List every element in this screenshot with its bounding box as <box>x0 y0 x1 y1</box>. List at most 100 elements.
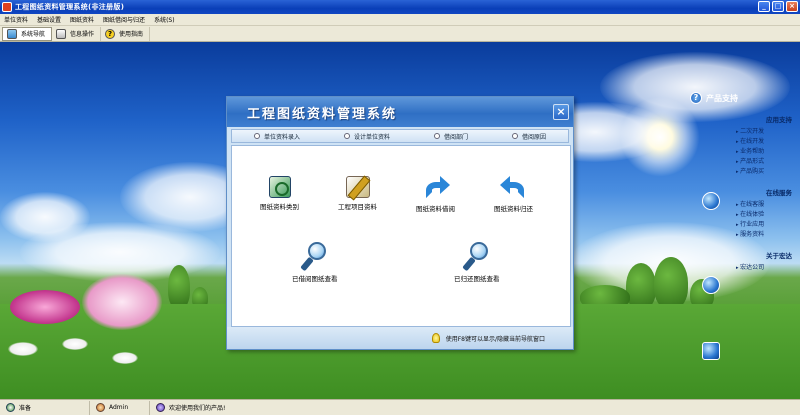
func-label: 已借阅图纸查看 <box>292 275 338 283</box>
radio-icon <box>253 133 260 139</box>
func-return[interactable]: 图纸资料归还 <box>494 176 533 213</box>
lightbulb-icon <box>431 333 440 343</box>
dialog-header: 工程图纸资料管理系统 × <box>227 97 573 127</box>
help-icon: ? <box>690 92 702 104</box>
radio-icon <box>433 133 440 139</box>
dialog-body: 图纸资料类别 工程项目资料 图纸资料借阅 图纸资料归还 已借阅图纸查看 已归还图… <box>231 145 571 327</box>
tool-label: 使用指南 <box>119 31 144 38</box>
tool-label: 系统导航 <box>21 31 46 38</box>
link-product-form[interactable]: 产品形式 <box>690 157 798 167</box>
tool-label: 信息操作 <box>70 31 95 38</box>
return-arrow-icon <box>499 176 528 200</box>
link-product-purchase[interactable]: 产品购买 <box>690 167 798 177</box>
tab-borrow-dept[interactable]: 借阅部门 <box>433 132 468 141</box>
footer-hint: 使用F8键可以显示/隐藏当前导航窗口 <box>445 335 545 343</box>
nav-icon <box>7 28 17 39</box>
borrow-arrow-icon <box>422 176 450 200</box>
group-about: 关于宏达 宏达公司 <box>690 250 798 273</box>
status-ready-text: 准备 <box>19 405 32 412</box>
func-label: 图纸资料类别 <box>260 203 299 211</box>
window-title: 工程图纸资料管理系统(非注册版) <box>15 3 125 11</box>
tab-label: 单位资料录入 <box>263 133 300 141</box>
tool-info-ops[interactable]: 信息操作 <box>52 26 102 41</box>
globe-icon <box>702 276 720 294</box>
link-service-docs[interactable]: 服务资料 <box>690 230 798 240</box>
magnifier-icon <box>299 242 328 272</box>
radio-icon <box>511 133 518 139</box>
flower <box>8 342 38 356</box>
close-button[interactable]: × <box>786 1 798 12</box>
panel-title: 产品支持 <box>706 93 738 103</box>
product-support-panel: ? 产品支持 应用支持 二次开发 在线开发 业务帮助 产品形式 产品购买 在线服… <box>690 92 798 273</box>
link-industry-apps[interactable]: 行业应用 <box>690 220 798 230</box>
tool-system-nav[interactable]: 系统导航 <box>2 26 53 41</box>
group-online-service: 在线服务 在线客服 在线体验 行业应用 服务资料 <box>690 187 798 240</box>
group-title: 在线服务 <box>766 189 792 197</box>
func-returned-view[interactable]: 已归还图纸查看 <box>454 242 500 283</box>
tool-user-guide[interactable]: ? 使用指南 <box>101 26 151 41</box>
user-icon <box>96 403 105 412</box>
group-app-support: 应用支持 二次开发 在线开发 业务帮助 产品形式 产品购买 <box>690 114 798 177</box>
tab-borrow-reason[interactable]: 借阅原因 <box>511 132 546 141</box>
monitor-icon <box>702 342 720 360</box>
dialog-tab-strip: 单位资料录入 设计单位资料 借阅部门 借阅原因 <box>231 129 569 143</box>
func-drawing-category[interactable]: 图纸资料类别 <box>260 176 299 211</box>
project-pen-icon <box>345 176 370 198</box>
dialog-footer: 使用F8键可以显示/隐藏当前导航窗口 <box>227 327 573 349</box>
maximize-button[interactable]: □ <box>772 1 784 12</box>
link-online-support[interactable]: 在线客服 <box>690 200 798 210</box>
func-label: 图纸资料借阅 <box>416 205 455 213</box>
tab-design-unit[interactable]: 设计单位资料 <box>343 132 390 141</box>
dialog-close-button[interactable]: × <box>553 104 569 120</box>
magnifier-icon <box>461 242 490 272</box>
help-icon: ? <box>105 28 116 39</box>
status-bar: 准备 Admin 欢迎使用我们的产品! <box>0 399 800 415</box>
people-icon <box>156 403 165 412</box>
flower <box>62 338 88 350</box>
func-borrowed-view[interactable]: 已借阅图纸查看 <box>292 242 338 283</box>
radio-icon <box>343 133 350 139</box>
toolbar: 系统导航 信息操作 ? 使用指南 <box>0 26 800 42</box>
func-label: 已归还图纸查看 <box>454 275 500 283</box>
panel-header: ? 产品支持 <box>690 92 798 104</box>
group-title: 应用支持 <box>766 116 792 124</box>
app-icon <box>2 2 12 12</box>
tab-label: 设计单位资料 <box>353 133 390 141</box>
tab-unit-entry[interactable]: 单位资料录入 <box>253 132 300 141</box>
status-ready: 准备 <box>0 400 90 415</box>
menu-basic-settings[interactable]: 基础设置 <box>37 15 61 24</box>
menu-borrow-return[interactable]: 图纸借阅与归还 <box>103 15 145 24</box>
status-icon <box>6 403 15 412</box>
info-icon <box>56 28 67 39</box>
tab-label: 借阅部门 <box>443 133 468 141</box>
status-welcome: 欢迎使用我们的产品! <box>150 401 231 415</box>
link-online-trial[interactable]: 在线体验 <box>690 210 798 220</box>
flower <box>82 274 162 330</box>
link-company[interactable]: 宏达公司 <box>690 263 798 273</box>
func-project-data[interactable]: 工程项目资料 <box>338 176 377 211</box>
func-label: 工程项目资料 <box>338 203 377 211</box>
menu-bar: 单位资料 基础设置 图纸资料 图纸借阅与归还 系统(S) <box>0 14 800 26</box>
navigation-dialog: 工程图纸资料管理系统 × 单位资料录入 设计单位资料 借阅部门 借阅原因 图纸资… <box>226 96 574 350</box>
flower <box>10 290 80 324</box>
title-bar: 工程图纸资料管理系统(非注册版) _ □ × <box>0 0 800 14</box>
func-borrow[interactable]: 图纸资料借阅 <box>416 176 455 213</box>
cloud <box>20 222 220 282</box>
link-online-dev[interactable]: 在线开发 <box>690 137 798 147</box>
func-label: 图纸资料归还 <box>494 205 533 213</box>
tree <box>654 257 688 309</box>
tab-label: 借阅原因 <box>521 133 546 141</box>
flower <box>112 352 138 364</box>
status-welcome-text: 欢迎使用我们的产品! <box>169 405 226 412</box>
tree <box>168 265 190 309</box>
link-business-help[interactable]: 业务帮助 <box>690 147 798 157</box>
menu-unit-data[interactable]: 单位资料 <box>4 15 28 24</box>
status-user: Admin <box>90 400 150 415</box>
menu-drawing-data[interactable]: 图纸资料 <box>70 15 94 24</box>
group-title: 关于宏达 <box>766 252 792 260</box>
dialog-title: 工程图纸资料管理系统 <box>247 106 398 122</box>
minimize-button[interactable]: _ <box>758 1 770 12</box>
menu-system[interactable]: 系统(S) <box>154 15 175 24</box>
status-user-text: Admin <box>109 404 129 411</box>
link-secondary-dev[interactable]: 二次开发 <box>690 127 798 137</box>
